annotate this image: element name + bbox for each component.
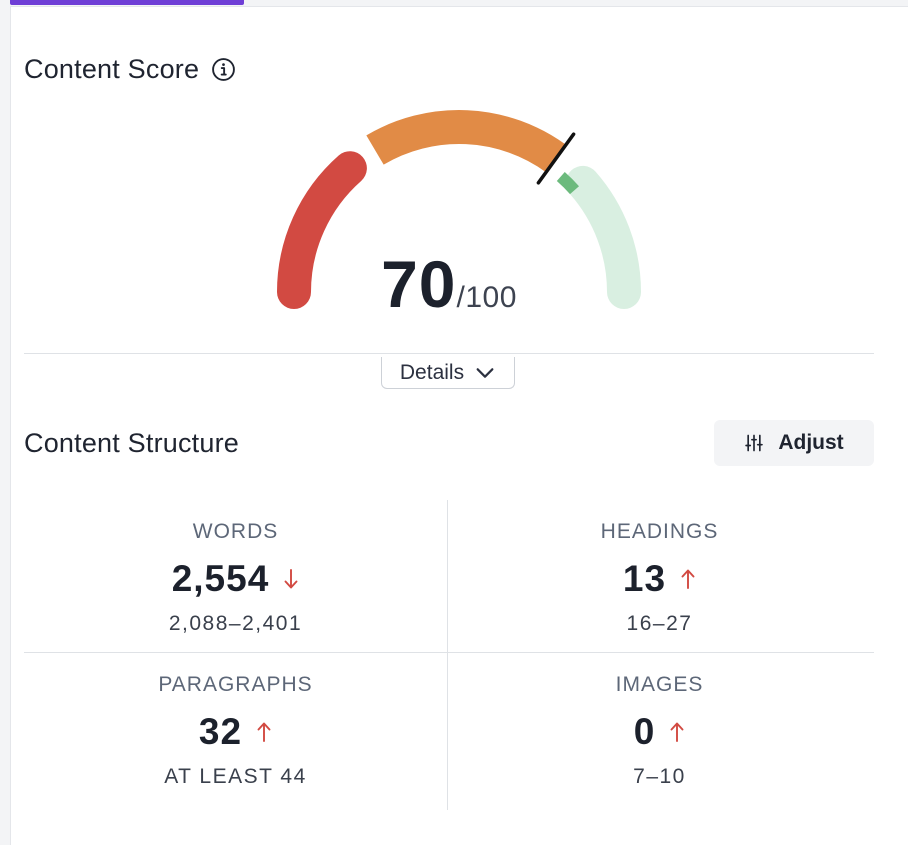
metric-target-range: 7–10 <box>633 765 686 788</box>
metric-label: IMAGES <box>615 673 704 696</box>
arrow-down-icon <box>284 569 298 589</box>
content-structure-title: Content Structure <box>24 428 240 458</box>
arrow-up-icon <box>257 722 271 742</box>
metric-images: IMAGES 0 7–10 <box>448 653 871 805</box>
metric-target-range: AT LEAST 44 <box>164 765 307 788</box>
metric-value: 0 <box>633 711 656 752</box>
metric-label: WORDS <box>192 520 279 543</box>
adjust-button-label: Adjust <box>778 431 844 454</box>
metric-label: PARAGRAPHS <box>158 673 313 696</box>
metric-target-range: 2,088–2,401 <box>168 612 303 635</box>
arrow-up-icon <box>670 722 684 742</box>
content-structure-metrics: WORDS 2,554 2,088–2,401 HEADINGS 13 16–2… <box>24 500 874 810</box>
arrow-up-icon <box>681 569 695 589</box>
metric-value-row: 13 <box>448 558 871 600</box>
metric-value: 13 <box>622 558 667 599</box>
metric-value: 2,554 <box>171 558 270 599</box>
metric-words: WORDS 2,554 2,088–2,401 <box>24 500 447 652</box>
metric-value: 32 <box>198 711 243 752</box>
content-score-value: 70/100 <box>0 246 898 322</box>
gauge-segment-medium <box>366 110 566 173</box>
score-number: 70 <box>381 247 457 321</box>
chevron-down-icon <box>476 367 494 378</box>
details-button-label: Details <box>399 360 465 384</box>
details-button[interactable]: Details <box>381 357 515 389</box>
metric-value-row: 32 <box>24 711 447 753</box>
metric-paragraphs: PARAGRAPHS 32 AT LEAST 44 <box>24 653 447 805</box>
metric-headings: HEADINGS 13 16–27 <box>448 500 871 652</box>
metric-value-row: 2,554 <box>24 558 447 600</box>
metric-label: HEADINGS <box>600 520 719 543</box>
sliders-icon <box>745 434 764 452</box>
section-divider <box>24 353 874 354</box>
score-max: /100 <box>456 281 517 314</box>
metric-value-row: 0 <box>448 711 871 753</box>
metric-target-range: 16–27 <box>626 612 693 635</box>
adjust-button[interactable]: Adjust <box>714 420 874 466</box>
